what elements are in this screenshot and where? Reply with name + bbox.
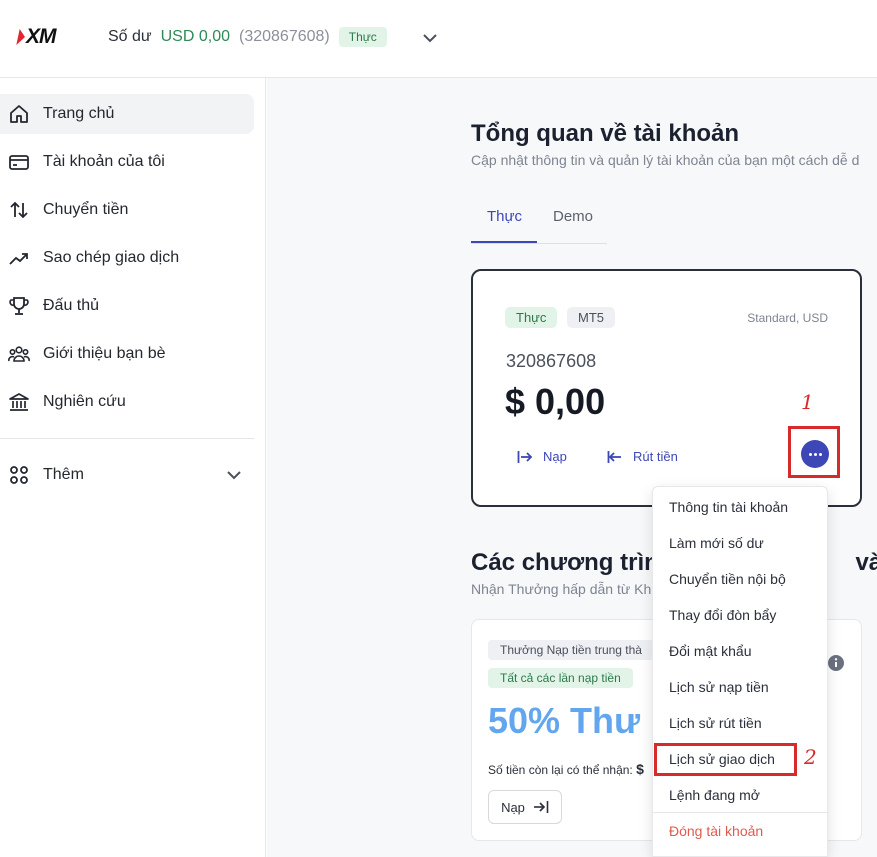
step-annotation-1: 1 — [801, 390, 814, 414]
menu-item-withdraw-history[interactable]: Lịch sử rút tiền — [669, 715, 762, 731]
trophy-icon — [8, 295, 30, 317]
account-balance: $ 0,00 — [505, 381, 606, 422]
promo-title-text: Các chương trình — [471, 549, 674, 576]
dot-icon — [818, 452, 822, 456]
menu-item-refresh-balance[interactable]: Làm mới số dư — [669, 535, 764, 551]
account-id: (320867608) — [239, 28, 330, 45]
sidebar-item-label: Nghiên cứu — [43, 393, 126, 410]
sidebar-item-label: Tài khoản của tôi — [43, 153, 165, 170]
account-type-badge: Thực — [338, 27, 387, 47]
sidebar-item-refer-friends[interactable]: Giới thiệu bạn bè — [0, 334, 254, 374]
balance-label: Số dư — [108, 28, 152, 45]
promo-remaining: Số tiền còn lại có thể nhận: $ — [488, 761, 644, 777]
deposit-button[interactable]: Nạp — [517, 449, 567, 464]
highlight-box-trade-history — [654, 743, 797, 776]
sidebar-item-home[interactable]: Trang chủ — [0, 94, 254, 134]
withdraw-label: Rút tiền — [633, 449, 678, 464]
real-badge: Thực — [505, 307, 558, 328]
promo-title-end: và Th — [855, 549, 877, 576]
card-icon — [8, 151, 30, 173]
chevron-down-icon[interactable] — [422, 32, 438, 44]
top-header: XM Số dư USD 0,00 (320867608) Thực — [0, 0, 877, 78]
remaining-label: Số tiền còn lại có thể nhận: — [488, 763, 633, 777]
bank-icon — [8, 391, 30, 413]
menu-item-close-account[interactable]: Đóng tài khoản — [669, 823, 763, 839]
sidebar: Trang chủ Tài khoản của tôi Chuyển tiền … — [0, 78, 266, 857]
promo-tag-green: Tất cả các lần nạp tiền — [488, 668, 633, 688]
home-icon — [8, 103, 30, 125]
sidebar-item-competition[interactable]: Đấu thủ — [0, 286, 254, 326]
menu-item-change-password[interactable]: Đổi mật khẩu — [669, 643, 751, 659]
page-subtitle: Cập nhật thông tin và quản lý tài khoản … — [471, 152, 860, 168]
people-icon — [8, 343, 30, 365]
info-icon[interactable] — [827, 654, 845, 672]
deposit-label: Nạp — [543, 449, 567, 464]
sidebar-item-my-account[interactable]: Tài khoản của tôi — [0, 142, 254, 182]
promo-tag: Thưởng Nạp tiền trung thà — [488, 640, 654, 660]
menu-item-account-info[interactable]: Thông tin tài khoản — [669, 499, 788, 515]
menu-divider — [653, 812, 829, 813]
sidebar-divider — [0, 438, 254, 439]
account-tabs: Thực Demo — [471, 196, 607, 244]
grid-icon — [8, 464, 30, 486]
active-tab-indicator — [471, 241, 537, 243]
transfer-icon — [8, 199, 30, 221]
promo-deposit-button[interactable]: Nạp — [488, 790, 562, 824]
step-annotation-2: 2 — [804, 745, 817, 769]
sidebar-item-label: Giới thiệu bạn bè — [43, 345, 166, 362]
promo-deposit-label: Nạp — [501, 799, 525, 815]
chevron-down-icon[interactable] — [226, 469, 242, 481]
sidebar-item-label: Chuyển tiền — [43, 201, 129, 218]
trend-icon — [8, 247, 30, 269]
withdraw-arrow-icon — [607, 450, 621, 463]
sidebar-item-label: Thêm — [43, 466, 84, 483]
dot-icon — [813, 452, 817, 456]
promo-subtitle: Nhận Thưởng hấp dẫn từ Kh — [471, 581, 652, 597]
tab-demo[interactable]: Demo — [553, 208, 593, 225]
arrow-right-icon — [533, 801, 549, 813]
menu-item-change-leverage[interactable]: Thay đổi đòn bẩy — [669, 607, 776, 623]
xm-logo[interactable]: XM — [16, 25, 56, 48]
sidebar-item-research[interactable]: Nghiên cứu — [0, 382, 254, 422]
remaining-value: $ — [636, 761, 644, 777]
promo-bonus-text: 50% Thư — [488, 700, 641, 741]
balance-amount: USD 0,00 — [160, 28, 230, 45]
highlight-box-more — [788, 426, 840, 478]
sidebar-item-label: Đấu thủ — [43, 297, 100, 314]
withdraw-button[interactable]: Rút tiền — [607, 449, 678, 464]
account-type: Standard, USD — [747, 311, 828, 325]
logo-text: XM — [26, 25, 56, 48]
sidebar-item-more[interactable]: Thêm — [0, 455, 254, 495]
sidebar-item-copy-trading[interactable]: Sao chép giao dịch — [0, 238, 254, 278]
menu-item-deposit-history[interactable]: Lịch sử nạp tiền — [669, 679, 769, 695]
dot-icon — [808, 452, 812, 456]
page-title: Tổng quan về tài khoản — [471, 120, 740, 147]
sidebar-item-label: Trang chủ — [43, 105, 115, 122]
platform-badge: MT5 — [567, 307, 615, 328]
menu-item-internal-transfer[interactable]: Chuyển tiền nội bộ — [669, 571, 786, 587]
account-number: 320867608 — [506, 351, 597, 371]
menu-item-open-orders[interactable]: Lệnh đang mở — [669, 787, 760, 803]
sidebar-item-transfer[interactable]: Chuyển tiền — [0, 190, 254, 230]
tab-real[interactable]: Thực — [487, 208, 522, 225]
deposit-arrow-icon — [517, 450, 533, 463]
more-options-button[interactable] — [801, 440, 829, 468]
account-options-menu: Thông tin tài khoản Làm mới số dư Chuyển… — [652, 486, 829, 857]
balance-summary[interactable]: Số dư USD 0,00 (320867608) Thực — [108, 27, 387, 47]
sidebar-item-label: Sao chép giao dịch — [43, 249, 180, 266]
